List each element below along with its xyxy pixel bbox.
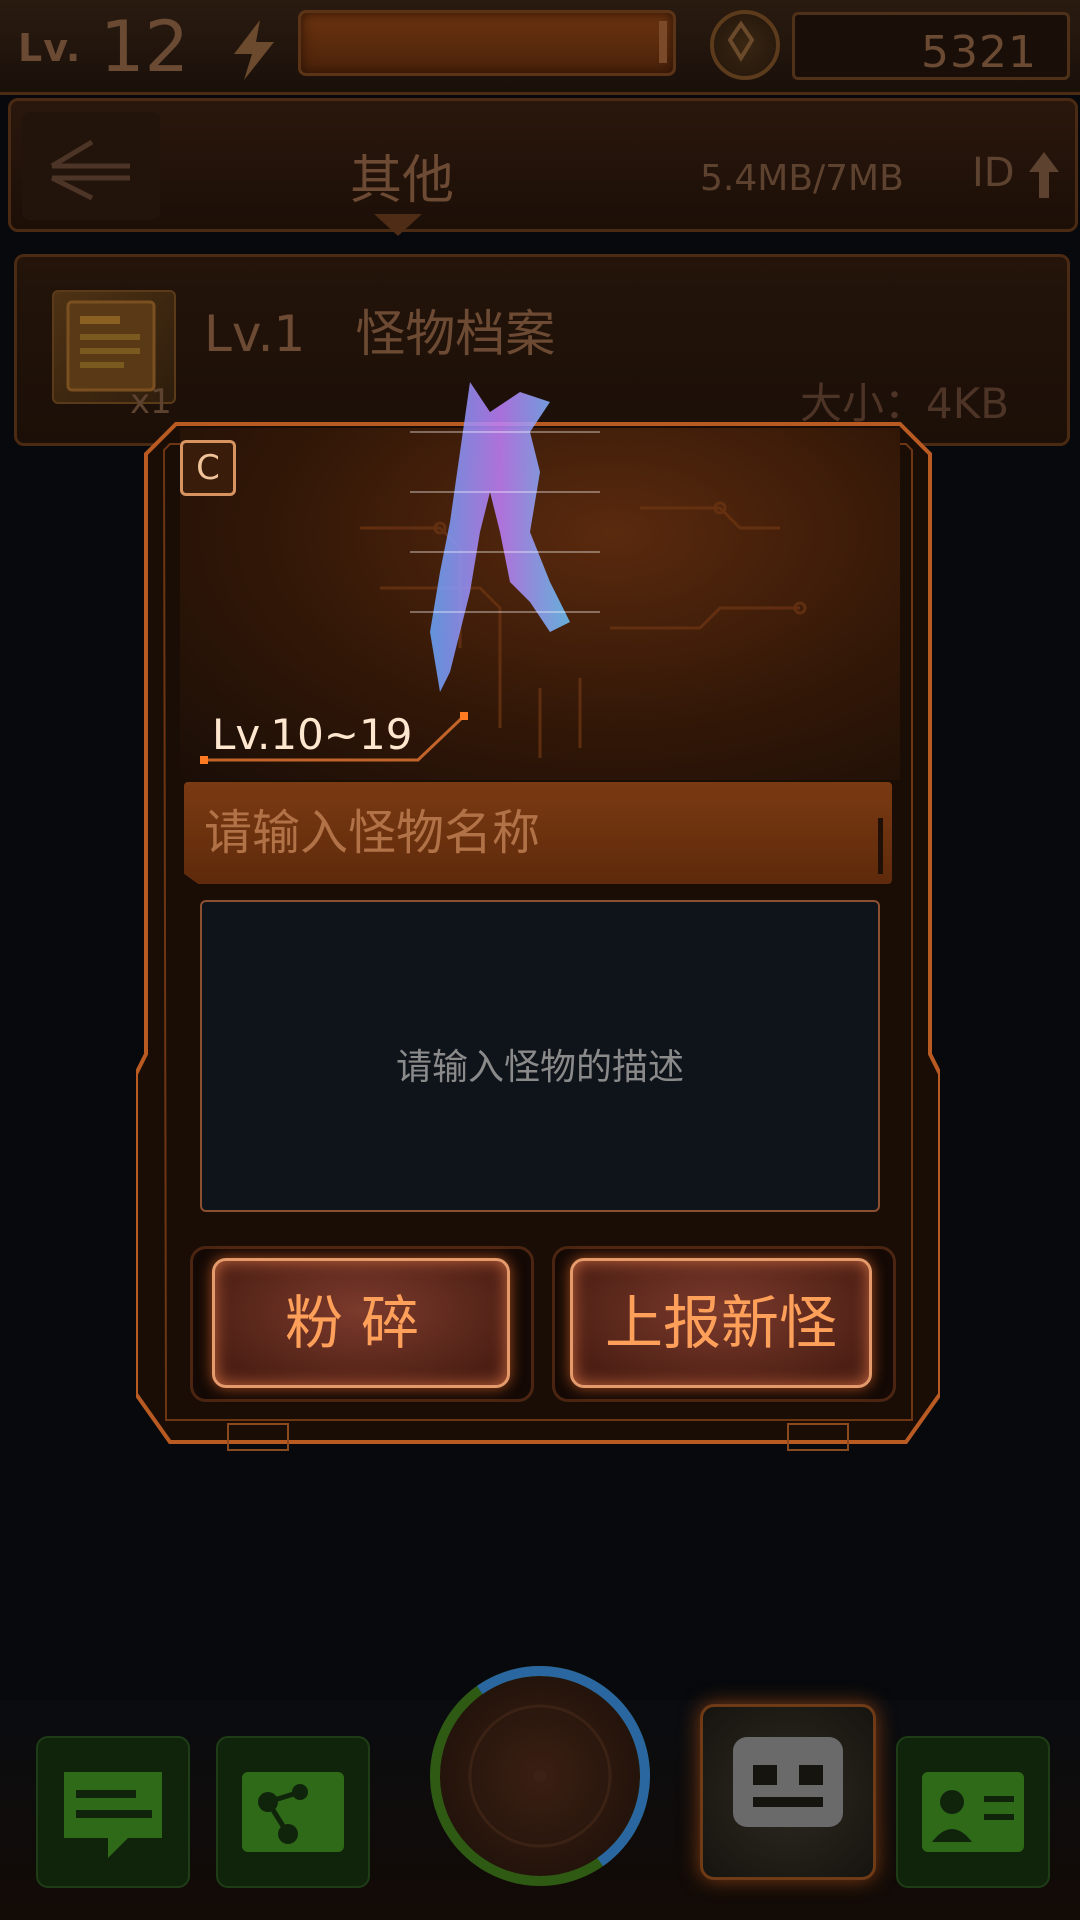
monster-name-field[interactable] xyxy=(184,782,892,884)
sort-label: ID xyxy=(972,150,1015,196)
category-title[interactable]: 其他 xyxy=(350,138,454,213)
nav-contacts[interactable] xyxy=(896,1736,1050,1888)
coin-counter: 5321 xyxy=(792,12,1070,80)
radar-icon xyxy=(468,1704,612,1848)
sort-by-id-button[interactable]: ID xyxy=(972,150,1061,200)
chat-icon xyxy=(64,1772,162,1858)
arrow-up-icon xyxy=(1029,152,1060,198)
level-range: Lv.10~19 xyxy=(212,710,413,759)
monster-description-field[interactable] xyxy=(200,900,880,1212)
monster-file-icon xyxy=(733,1737,843,1827)
nav-chat[interactable] xyxy=(36,1736,190,1888)
lightning-icon xyxy=(234,20,274,80)
back-button[interactable] xyxy=(22,112,160,220)
text-caret xyxy=(878,818,883,874)
energy-bar xyxy=(298,10,676,76)
storage-usage: 5.4MB/7MB xyxy=(700,158,904,199)
contacts-icon xyxy=(922,1772,1024,1852)
category-header xyxy=(8,98,1078,232)
report-new-monster-button[interactable]: 上报新怪 xyxy=(570,1258,872,1388)
player-level-label: Lv. xyxy=(18,26,82,70)
back-arrow-icon xyxy=(50,139,130,201)
nav-monster-files[interactable] xyxy=(700,1704,876,1880)
item-name: Lv.1 怪物档案 xyxy=(204,305,556,363)
player-level-value: 12 xyxy=(100,6,190,88)
network-icon xyxy=(242,1772,344,1852)
rank-badge: C xyxy=(180,440,236,496)
nav-network[interactable] xyxy=(216,1736,370,1888)
coin-icon xyxy=(710,10,780,80)
nav-radar[interactable] xyxy=(412,1648,668,1904)
monster-hologram-image xyxy=(410,382,600,692)
coin-value: 5321 xyxy=(921,27,1037,78)
monster-name-input[interactable] xyxy=(184,782,892,884)
chevron-down-icon[interactable] xyxy=(374,214,422,236)
smash-button[interactable]: 粉碎 xyxy=(212,1258,510,1388)
monster-description-input[interactable] xyxy=(202,902,878,1210)
